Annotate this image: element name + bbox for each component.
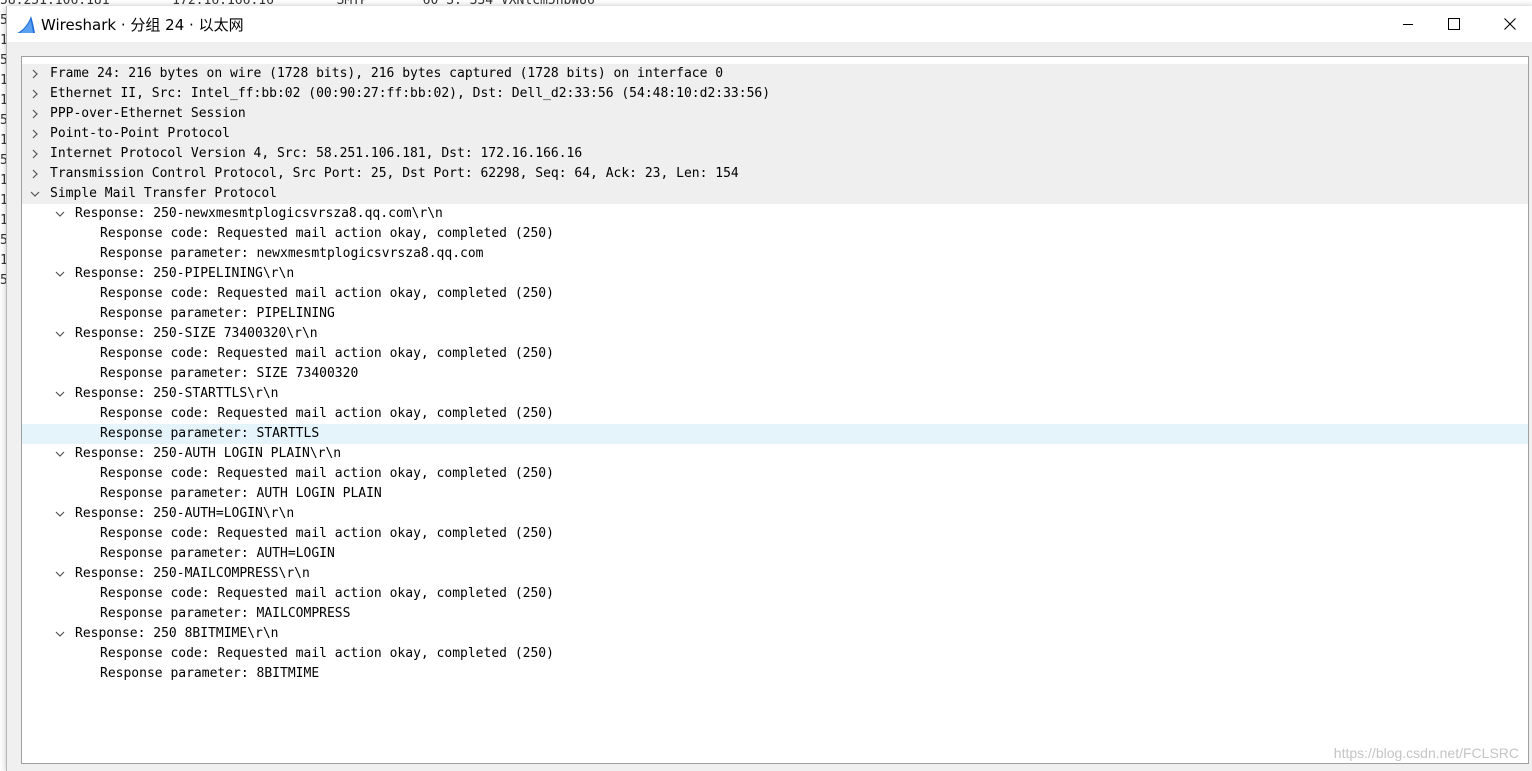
tree-item-label: Response: 250 8BITMIME\r\n bbox=[75, 626, 279, 641]
tree-item-response[interactable]: Response: 250-AUTH=LOGIN\r\n bbox=[22, 504, 1528, 524]
tree-item-label: Response code: Requested mail action oka… bbox=[100, 286, 554, 301]
minimize-icon bbox=[1403, 24, 1413, 25]
tree-item-label: Internet Protocol Version 4, Src: 58.251… bbox=[50, 146, 583, 161]
tree-item-protocol[interactable]: Internet Protocol Version 4, Src: 58.251… bbox=[22, 144, 1528, 164]
tree-item-protocol[interactable]: PPP-over-Ethernet Session bbox=[22, 104, 1528, 124]
chevron-right-icon[interactable] bbox=[30, 149, 40, 159]
tree-item-response[interactable]: Response: 250-SIZE 73400320\r\n bbox=[22, 324, 1528, 344]
tree-item-protocol[interactable]: Ethernet II, Src: Intel_ff:bb:02 (00:90:… bbox=[22, 84, 1528, 104]
tree-item-label: Response parameter: AUTH=LOGIN bbox=[100, 546, 335, 561]
tree-item-label: Response code: Requested mail action oka… bbox=[100, 526, 554, 541]
tree-item-response[interactable]: Response: 250-newxmesmtplogicsvrsza8.qq.… bbox=[22, 204, 1528, 224]
tree-item-label: Response parameter: STARTTLS bbox=[100, 426, 320, 441]
chevron-right-icon[interactable] bbox=[30, 109, 40, 119]
close-icon bbox=[1504, 18, 1516, 30]
tree-item-label: Response code: Requested mail action oka… bbox=[100, 586, 554, 601]
chevron-down-icon[interactable] bbox=[55, 209, 65, 219]
tree-item-label: Response parameter: newxmesmtplogicsvrsz… bbox=[100, 246, 484, 261]
packet-detail-window: Wireshark · 分组 24 · 以太网 Frame 24: 216 by… bbox=[6, 6, 1532, 771]
tree-item-label: Response code: Requested mail action oka… bbox=[100, 226, 554, 241]
chevron-down-icon[interactable] bbox=[55, 569, 65, 579]
tree-item-response[interactable]: Response: 250 8BITMIME\r\n bbox=[22, 624, 1528, 644]
tree-item-response[interactable]: Response: 250-PIPELINING\r\n bbox=[22, 264, 1528, 284]
chevron-right-icon[interactable] bbox=[30, 89, 40, 99]
chevron-down-icon[interactable] bbox=[55, 329, 65, 339]
tree-item-field[interactable]: Response code: Requested mail action oka… bbox=[22, 284, 1528, 304]
tree-item-field[interactable]: Response code: Requested mail action oka… bbox=[22, 404, 1528, 424]
tree-item-protocol[interactable]: Transmission Control Protocol, Src Port:… bbox=[22, 164, 1528, 184]
tree-item-label: Response: 250-PIPELINING\r\n bbox=[75, 266, 295, 281]
chevron-right-icon[interactable] bbox=[30, 169, 40, 179]
tree-item-label: Response code: Requested mail action oka… bbox=[100, 346, 554, 361]
chevron-down-icon[interactable] bbox=[30, 189, 40, 199]
tree-item-label: Response: 250-AUTH=LOGIN\r\n bbox=[75, 506, 295, 521]
tree-item-label: Response code: Requested mail action oka… bbox=[100, 466, 554, 481]
chevron-right-icon[interactable] bbox=[30, 129, 40, 139]
chevron-right-icon[interactable] bbox=[30, 69, 40, 79]
tree-item-field[interactable]: Response code: Requested mail action oka… bbox=[22, 584, 1528, 604]
tree-item-label: Response parameter: SIZE 73400320 bbox=[100, 366, 359, 381]
tree-item-field[interactable]: Response parameter: SIZE 73400320 bbox=[22, 364, 1528, 384]
close-button[interactable] bbox=[1487, 6, 1532, 42]
tree-item-label: Frame 24: 216 bytes on wire (1728 bits),… bbox=[50, 66, 724, 81]
tree-item-label: PPP-over-Ethernet Session bbox=[50, 106, 246, 121]
tree-item-field[interactable]: Response code: Requested mail action oka… bbox=[22, 644, 1528, 664]
tree-item-field[interactable]: Response parameter: AUTH=LOGIN bbox=[22, 544, 1528, 564]
wireshark-fin-icon bbox=[17, 16, 35, 33]
tree-item-label: Response: 250-MAILCOMPRESS\r\n bbox=[75, 566, 310, 581]
tree-item-label: Point-to-Point Protocol bbox=[50, 126, 231, 141]
tree-item-field[interactable]: Response parameter: PIPELINING bbox=[22, 304, 1528, 324]
tree-item-label: Ethernet II, Src: Intel_ff:bb:02 (00:90:… bbox=[50, 86, 771, 101]
window-title: Wireshark · 分组 24 · 以太网 bbox=[41, 16, 244, 34]
tree-item-response[interactable]: Response: 250-STARTTLS\r\n bbox=[22, 384, 1528, 404]
tree-item-label: Response parameter: PIPELINING bbox=[100, 306, 335, 321]
tree-item-response[interactable]: Response: 250-AUTH LOGIN PLAIN\r\n bbox=[22, 444, 1528, 464]
tree-item-field[interactable]: Response code: Requested mail action oka… bbox=[22, 464, 1528, 484]
tree-item-field[interactable]: Response code: Requested mail action oka… bbox=[22, 524, 1528, 544]
tree-item-label: Response parameter: MAILCOMPRESS bbox=[100, 606, 351, 621]
tree-item-field[interactable]: Response parameter: 8BITMIME bbox=[22, 664, 1528, 684]
title-bar[interactable]: Wireshark · 分组 24 · 以太网 bbox=[7, 6, 1532, 42]
chevron-down-icon[interactable] bbox=[55, 509, 65, 519]
maximize-button[interactable] bbox=[1431, 6, 1477, 42]
tree-item-field[interactable]: Response code: Requested mail action oka… bbox=[22, 344, 1528, 364]
tree-item-label: Response: 250-newxmesmtplogicsvrsza8.qq.… bbox=[75, 206, 443, 221]
tree-item-label: Response parameter: AUTH LOGIN PLAIN bbox=[100, 486, 382, 501]
tree-item-protocol[interactable]: Simple Mail Transfer Protocol bbox=[22, 184, 1528, 204]
maximize-icon bbox=[1448, 18, 1460, 30]
tree-item-field[interactable]: Response parameter: AUTH LOGIN PLAIN bbox=[22, 484, 1528, 504]
watermark-text: https://blog.csdn.net/FCLSRC bbox=[1333, 745, 1519, 761]
tree-item-field[interactable]: Response parameter: MAILCOMPRESS bbox=[22, 604, 1528, 624]
minimize-button[interactable] bbox=[1385, 6, 1431, 42]
tree-item-label: Response: 250-STARTTLS\r\n bbox=[75, 386, 279, 401]
tree-item-protocol[interactable]: Frame 24: 216 bytes on wire (1728 bits),… bbox=[22, 64, 1528, 84]
tree-item-label: Response: 250-AUTH LOGIN PLAIN\r\n bbox=[75, 446, 342, 461]
packet-details-tree[interactable]: Frame 24: 216 bytes on wire (1728 bits),… bbox=[21, 56, 1529, 764]
tree-item-field[interactable]: Response parameter: STARTTLS bbox=[22, 424, 1528, 444]
tree-item-label: Simple Mail Transfer Protocol bbox=[50, 186, 277, 201]
tree-item-label: Response code: Requested mail action oka… bbox=[100, 406, 554, 421]
tree-item-field[interactable]: Response code: Requested mail action oka… bbox=[22, 224, 1528, 244]
tree-item-label: Response code: Requested mail action oka… bbox=[100, 646, 554, 661]
chevron-down-icon[interactable] bbox=[55, 629, 65, 639]
tree-item-protocol[interactable]: Point-to-Point Protocol bbox=[22, 124, 1528, 144]
tree-item-label: Response parameter: 8BITMIME bbox=[100, 666, 320, 681]
tree-item-label: Response: 250-SIZE 73400320\r\n bbox=[75, 326, 318, 341]
tree-item-response[interactable]: Response: 250-MAILCOMPRESS\r\n bbox=[22, 564, 1528, 584]
chevron-down-icon[interactable] bbox=[55, 389, 65, 399]
tree-item-field[interactable]: Response parameter: newxmesmtplogicsvrsz… bbox=[22, 244, 1528, 264]
tree-item-label: Transmission Control Protocol, Src Port:… bbox=[50, 166, 739, 181]
chevron-down-icon[interactable] bbox=[55, 269, 65, 279]
chevron-down-icon[interactable] bbox=[55, 449, 65, 459]
